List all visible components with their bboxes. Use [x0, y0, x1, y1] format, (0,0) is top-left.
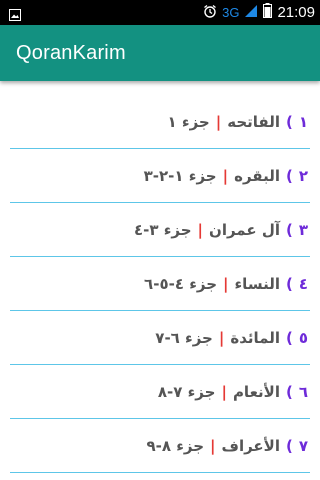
- list-item-content: ٣) آل عمران | جزء ٣-٤: [134, 221, 308, 239]
- status-time: 21:09: [277, 4, 315, 21]
- list-item-content: ١) الفاتحه | جزء ١: [168, 113, 308, 131]
- surah-name: النساء: [234, 274, 280, 293]
- app-bar: QoranKarim: [0, 25, 320, 81]
- signal-icon: [244, 3, 258, 22]
- juz-label: جزء ١: [167, 112, 210, 131]
- surah-name: الأنعام: [232, 382, 280, 401]
- number-paren: ): [285, 112, 293, 131]
- separator: |: [215, 112, 222, 131]
- surah-number: ٥: [298, 328, 308, 347]
- list-item[interactable]: ٥) المائدة | جزء ٦-٧: [10, 311, 310, 365]
- separator: |: [222, 166, 229, 185]
- separator: |: [218, 328, 225, 347]
- surah-name: الفاتحه: [227, 112, 280, 131]
- surah-number: ٢: [298, 166, 308, 185]
- list-item[interactable]: ١) الفاتحه | جزء ١: [10, 95, 310, 149]
- number-paren: ): [285, 274, 293, 293]
- juz-label: جزء ٨-٩: [146, 436, 205, 455]
- surah-number: ٧: [298, 436, 308, 455]
- number-paren: ): [285, 166, 293, 185]
- surah-name: المائدة: [230, 328, 280, 347]
- separator: |: [210, 436, 216, 455]
- number-paren: ): [285, 328, 293, 347]
- surah-number: ١: [298, 112, 308, 131]
- number-paren: ): [285, 436, 293, 455]
- list-item[interactable]: ٦) الأنعام | جزء ٧-٨: [10, 365, 310, 419]
- status-bar: 3G 21:09: [0, 0, 320, 25]
- image-icon: [9, 6, 21, 25]
- number-paren: ): [285, 220, 293, 239]
- alarm-icon: [203, 3, 217, 22]
- separator: |: [197, 220, 204, 239]
- list-item-content: ٦) الأنعام | جزء ٧-٨: [158, 383, 308, 401]
- separator: |: [223, 274, 229, 293]
- juz-label: جزء ٣-٤: [133, 220, 192, 239]
- battery-icon: [263, 3, 273, 22]
- surah-name: البقره: [234, 166, 280, 185]
- list-item[interactable]: ٣) آل عمران | جزء ٣-٤: [10, 203, 310, 257]
- list-item-content: ٥) المائدة | جزء ٦-٧: [155, 329, 308, 347]
- list-item[interactable]: ٤) النساء | جزء ٤-٥-٦: [10, 257, 310, 311]
- juz-label: جزء ٤-٥-٦: [144, 274, 218, 293]
- juz-label: جزء ٦-٧: [155, 328, 213, 347]
- list-item-content: ٢) البقره | جزء ١-٢-٣: [144, 167, 308, 185]
- network-type-label: 3G: [222, 5, 240, 20]
- surah-list: ١) الفاتحه | جزء ١ ٢) البقره | جزء ١-٢-٣ ٣) آل عم…: [10, 95, 310, 473]
- juz-label: جزء ١-٢-٣: [143, 166, 217, 185]
- list-item-content: ٤) النساء | جزء ٤-٥-٦: [144, 275, 308, 293]
- surah-number: ٣: [298, 220, 308, 239]
- list-item-content: ٧) الأعراف | جزء ٨-٩: [146, 437, 308, 455]
- surah-name: الأعراف: [221, 436, 280, 455]
- list-item[interactable]: ٧) الأعراف | جزء ٨-٩: [10, 419, 310, 473]
- surah-number: ٤: [298, 274, 308, 293]
- surah-name: آل عمران: [209, 220, 280, 239]
- juz-label: جزء ٧-٨: [157, 382, 216, 401]
- list-item[interactable]: ٢) البقره | جزء ١-٢-٣: [10, 149, 310, 203]
- app-title: QoranKarim: [16, 42, 126, 64]
- separator: |: [221, 382, 227, 401]
- surah-number: ٦: [298, 382, 308, 401]
- number-paren: ): [285, 382, 293, 401]
